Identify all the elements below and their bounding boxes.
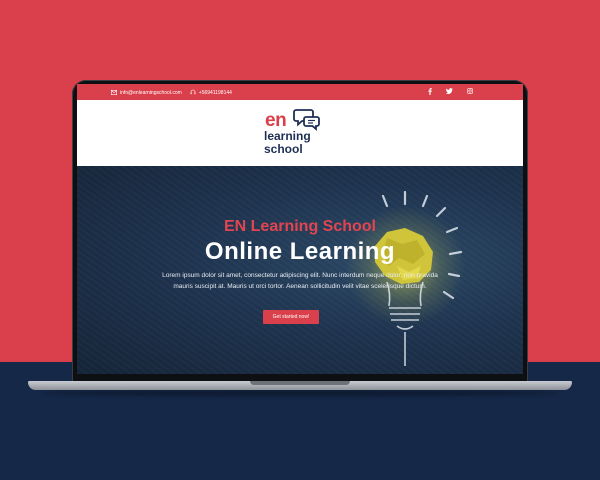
instagram-icon[interactable] — [467, 88, 473, 98]
contact-info: info@enlearningschool.com +56941198144 — [111, 89, 232, 97]
site-logo[interactable]: en learning school — [260, 108, 340, 160]
laptop-notch — [250, 381, 350, 385]
hero-subtitle: EN Learning School — [223, 218, 376, 235]
twitter-icon[interactable] — [445, 88, 453, 98]
logo-learning-text: learning — [264, 129, 311, 143]
headset-icon — [190, 89, 196, 97]
site-header: en learning school — [77, 100, 523, 166]
hero-description: Lorem ipsum dolor sit amet, consectetur … — [162, 272, 438, 290]
email-contact[interactable]: info@enlearningschool.com — [111, 89, 182, 97]
facebook-icon[interactable] — [428, 88, 432, 98]
laptop-screen: info@enlearningschool.com +56941198144 e… — [77, 84, 523, 374]
laptop-shadow — [40, 390, 560, 396]
get-started-button[interactable]: Get started now! — [263, 310, 319, 324]
email-text: info@enlearningschool.com — [120, 90, 182, 96]
phone-contact[interactable]: +56941198144 — [190, 89, 232, 97]
phone-text: +56941198144 — [198, 90, 232, 96]
top-contact-bar: info@enlearningschool.com +56941198144 — [77, 84, 523, 100]
hero-title: Online Learning — [204, 238, 396, 265]
logo-school-text: school — [264, 142, 303, 156]
hero-section: EN Learning School Online Learning Lorem… — [77, 166, 523, 374]
social-links — [428, 88, 473, 98]
envelope-icon — [111, 89, 118, 97]
